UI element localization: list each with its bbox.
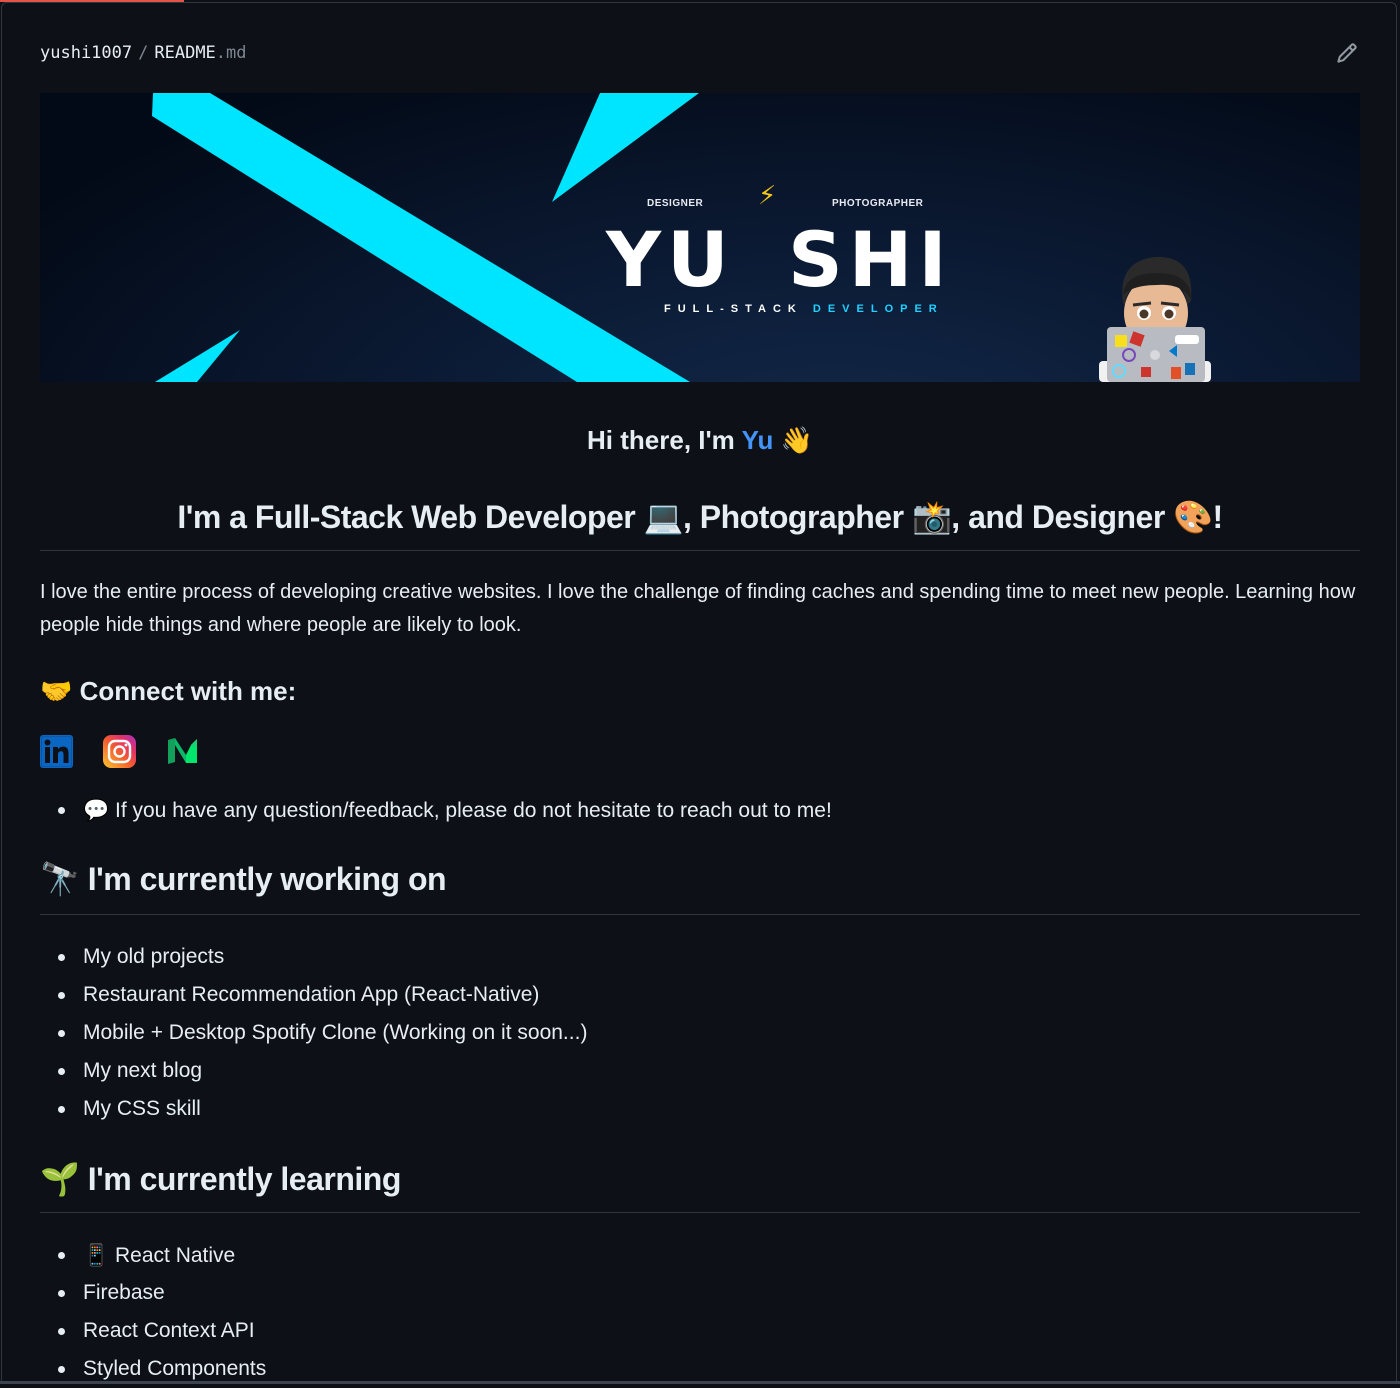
learning-heading: 🌱 I'm currently learning [40,1160,1360,1213]
mobile-phone-icon: 📱 [83,1243,110,1267]
linkedin-link[interactable] [40,735,73,768]
list-item: My next blog [40,1052,1360,1090]
banner-tagline-main: FULL-STACK [664,303,813,315]
speech-bubble-icon: 💬 [83,798,110,822]
edit-file-button[interactable] [1330,36,1364,70]
handshake-icon: 🤝 [40,677,73,707]
laptop-icon: 💻 [643,498,684,536]
headline-part-2: , Photographer [682,499,912,535]
seedling-icon: 🌱 [40,1160,80,1198]
list-item-text: Styled Components [83,1357,267,1380]
banner-role-photographer: PHOTOGRAPHER [832,198,924,209]
waving-hand-icon: 👋 [780,426,813,456]
list-item: My CSS skill [40,1090,1360,1128]
connect-title: Connect with me: [79,676,297,706]
working-on-list: My old projects Restaurant Recommendatio… [40,938,1360,1128]
pencil-icon [1337,43,1357,63]
list-item: 📱 React Native [40,1236,1360,1274]
banner-triangle-top [552,93,699,202]
greeting-heading: Hi there, I'm Yu 👋 [40,425,1360,456]
list-item: 💬 If you have any question/feedback, ple… [40,791,1360,829]
list-item-text: React Native [115,1244,236,1267]
linkedin-icon [40,735,73,768]
instagram-icon [103,735,136,768]
greeting-prefix: Hi there, I'm [587,425,742,455]
lightning-icon: ⚡ [758,181,777,211]
list-item: Restaurant Recommendation App (React-Nat… [40,976,1360,1014]
social-links [40,735,1360,769]
banner-role-designer: DESIGNER [647,198,704,209]
learning-title: I'm currently learning [87,1161,402,1197]
intro-paragraph: I love the entire process of developing … [40,581,1356,636]
list-item: Mobile + Desktop Spotify Clone (Working … [40,1014,1360,1052]
working-on-heading: 🔭 I'm currently working on [40,860,1360,915]
list-item: React Context API [40,1312,1360,1350]
medium-icon [168,738,197,764]
file-name: README [154,43,216,63]
banner-tagline-accent: DEVELOPER [812,303,944,315]
headline-part-4: ! [1212,499,1224,535]
palette-icon: 🎨 [1173,498,1213,536]
medium-link[interactable] [166,735,199,768]
profile-banner: DESIGNER ⚡ PHOTOGRAPHER YU SHI FULL-STAC… [40,93,1360,382]
feedback-list: 💬 If you have any question/feedback, ple… [40,791,1360,829]
connect-heading: 🤝 Connect with me: [40,676,1360,707]
repo-owner-link[interactable]: yushi1007 [40,43,132,63]
greeting-name: Yu [741,425,774,455]
banner-triangle-bottom [155,330,240,382]
list-item-text: React Context API [83,1319,255,1342]
feedback-text: If you have any question/feedback, pleas… [115,799,832,822]
camera-flash-icon: 📸 [911,498,952,536]
telescope-icon: 🔭 [40,860,80,898]
working-on-title: I'm currently working on [87,861,447,897]
list-item: Firebase [40,1274,1360,1312]
banner-tagline: FULL-STACK DEVELOPER [664,303,944,315]
banner-name-first: YU [606,215,735,304]
breadcrumb-separator: / [138,43,149,63]
headline-part-1: I'm a Full-Stack Web Developer [177,499,644,535]
instagram-link[interactable] [103,735,136,768]
file-breadcrumb: yushi1007 / README .md [40,40,247,66]
file-extension: .md [215,43,247,63]
headline-part-3: , and Designer [951,499,1174,535]
banner-name-last: SHI [788,215,953,304]
list-item-text: Firebase [83,1281,165,1304]
memoji-avatar-icon [1099,256,1211,382]
list-item: My old projects [40,938,1360,976]
headline: I'm a Full-Stack Web Developer 💻, Photog… [40,498,1360,551]
learning-list: 📱 React Native Firebase React Context AP… [40,1236,1360,1388]
